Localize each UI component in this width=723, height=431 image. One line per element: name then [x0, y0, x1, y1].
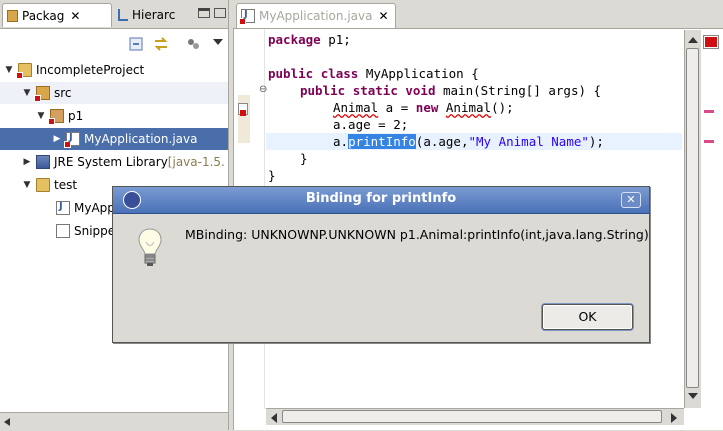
minimize-icon[interactable]	[198, 8, 210, 18]
tree-item-label: MyApp	[74, 201, 115, 215]
library-icon	[36, 155, 50, 169]
chevron-right-icon[interactable]: ▶	[22, 157, 32, 167]
filter-icon[interactable]	[186, 37, 200, 51]
tab-package-explorer-label: Packag	[22, 8, 65, 23]
tree-item-label: JRE System Library	[54, 155, 168, 169]
collapse-marker-icon[interactable]: ⊖	[259, 84, 267, 95]
java-file-icon	[56, 201, 70, 215]
editor-tab-label: MyApplication.java	[259, 9, 373, 23]
java-file-icon	[64, 132, 80, 148]
view-menu-icon[interactable]	[213, 39, 223, 47]
scroll-down-icon[interactable]	[688, 392, 698, 400]
error-overview-mark[interactable]	[704, 140, 714, 143]
tree-item-label: MyApplication.java	[84, 132, 198, 146]
selected-text: printInfo	[348, 134, 416, 149]
tree-item-suffix: [java-1.5.	[167, 155, 225, 169]
code-line: public class MyApplication {	[268, 66, 479, 81]
code-line: a.age = 2;	[333, 117, 409, 132]
overview-ruler	[701, 30, 721, 408]
file-icon	[56, 224, 70, 238]
scroll-up-icon[interactable]	[688, 36, 698, 44]
editor-vertical-scrollbar[interactable]	[684, 30, 701, 408]
java-file-icon	[239, 9, 255, 25]
collapse-all-icon[interactable]	[129, 37, 143, 51]
tree-item-jre[interactable]: ▶ JRE System Library [java-1.5.	[0, 151, 228, 173]
maximize-icon[interactable]	[214, 8, 226, 18]
chevron-down-icon[interactable]: ▼	[4, 65, 14, 75]
close-icon[interactable]: ✕	[70, 9, 80, 23]
lightbulb-icon	[138, 228, 162, 266]
left-tab-bar: Packag ✕ Hierarc	[0, 0, 228, 29]
chevron-right-icon[interactable]: ▶	[52, 134, 62, 144]
dialog-title: Binding for printInfo	[305, 191, 457, 206]
chevron-down-icon[interactable]: ▼	[22, 180, 32, 190]
dialog-title-bar[interactable]: Binding for printInfo ✕	[113, 187, 649, 214]
tree-item-src[interactable]: ▼ src	[0, 82, 228, 104]
scrollbar-thumb[interactable]	[686, 48, 699, 388]
tab-hierarchy[interactable]: Hierarc	[114, 3, 190, 27]
tree-item-p1[interactable]: ▼ p1	[0, 105, 228, 127]
tree-item-myapplication[interactable]: ▶ MyApplication.java	[0, 128, 228, 150]
link-with-editor-icon[interactable]	[153, 36, 169, 52]
hierarchy-icon	[118, 9, 128, 21]
error-overview-mark[interactable]	[704, 110, 714, 113]
close-icon[interactable]: ✕	[378, 9, 388, 23]
code-line: Animal a = new Animal();	[333, 100, 514, 115]
code-line: }	[300, 151, 308, 166]
tree-item-label: src	[54, 86, 72, 100]
tab-myapplication-java[interactable]: MyApplication.java ✕	[236, 3, 396, 28]
tree-item-project[interactable]: ▼ IncompleteProject	[0, 59, 228, 81]
scrollbar-thumb[interactable]	[282, 410, 662, 423]
chevron-down-icon[interactable]: ▼	[36, 111, 46, 121]
left-horizontal-scrollbar[interactable]	[0, 412, 228, 431]
error-marker-icon[interactable]	[238, 103, 248, 116]
tab-hierarchy-label: Hierarc	[132, 8, 176, 22]
source-folder-icon	[34, 86, 50, 102]
tree-item-label: test	[54, 178, 78, 192]
chevron-down-icon[interactable]: ▼	[22, 88, 32, 98]
close-icon[interactable]: ✕	[621, 192, 641, 208]
dialog-message: MBinding: UNKNOWNP.UNKNOWN p1.Animal:pri…	[185, 227, 649, 242]
code-line: package p1;	[268, 32, 351, 47]
tab-package-explorer[interactable]: Packag ✕	[2, 3, 112, 27]
package-icon	[48, 109, 64, 125]
error-summary-icon[interactable]	[704, 36, 718, 48]
tree-item-label: p1	[68, 109, 84, 123]
ok-button[interactable]: OK	[542, 304, 633, 330]
code-line: a.printInfo(a.age,"My Animal Name");	[333, 134, 604, 149]
binding-dialog: Binding for printInfo ✕ MBinding: UNKNOW…	[112, 186, 650, 343]
package-explorer-icon	[7, 9, 18, 22]
tree-item-label: Snippe	[74, 224, 116, 238]
tree-item-label: IncompleteProject	[36, 63, 145, 77]
code-line: public static void main(String[] args) {	[300, 83, 602, 98]
folder-icon	[36, 178, 50, 192]
scroll-right-icon[interactable]	[670, 413, 678, 423]
scroll-left-icon[interactable]	[270, 413, 278, 423]
editor-horizontal-scrollbar[interactable]	[266, 408, 684, 425]
left-view-toolbar	[0, 29, 228, 57]
code-line: }	[268, 168, 276, 183]
project-icon	[16, 63, 32, 79]
scroll-left-icon[interactable]	[4, 418, 12, 426]
